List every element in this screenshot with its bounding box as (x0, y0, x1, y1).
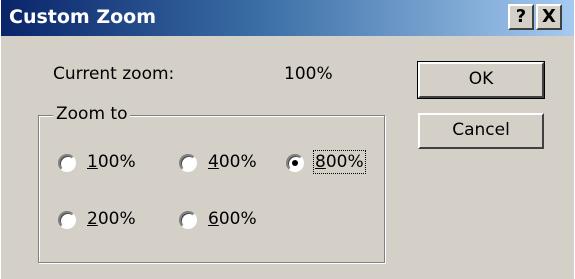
cancel-button-label: Cancel (452, 120, 510, 140)
help-icon: ? (515, 6, 527, 27)
radio-100-label[interactable]: 100% (87, 152, 136, 172)
zoom-to-legend: Zoom to (53, 104, 131, 124)
radio-800[interactable] (286, 154, 304, 172)
current-zoom-value: 100% (284, 64, 333, 84)
radio-800-label[interactable]: 800% (313, 150, 366, 174)
current-zoom-label: Current zoom: (53, 64, 175, 84)
window-title: Custom Zoom (9, 6, 157, 28)
custom-zoom-dialog: Custom Zoom ? X Current zoom: 100% OK Ca… (1, 0, 574, 279)
ok-button[interactable]: OK (417, 61, 545, 99)
radio-400-label[interactable]: 400% (208, 152, 257, 172)
ok-button-label: OK (468, 69, 494, 89)
help-button[interactable]: ? (508, 4, 534, 30)
radio-600-label[interactable]: 600% (208, 209, 257, 229)
radio-200-label[interactable]: 200% (87, 209, 136, 229)
close-button[interactable]: X (536, 4, 562, 30)
title-bar[interactable]: Custom Zoom ? X (1, 0, 574, 36)
zoom-to-group (38, 115, 385, 263)
radio-100[interactable] (58, 154, 76, 172)
cancel-button[interactable]: Cancel (418, 113, 544, 149)
radio-400[interactable] (179, 154, 197, 172)
close-icon: X (542, 6, 556, 27)
radio-600[interactable] (179, 211, 197, 229)
radio-200[interactable] (58, 211, 76, 229)
